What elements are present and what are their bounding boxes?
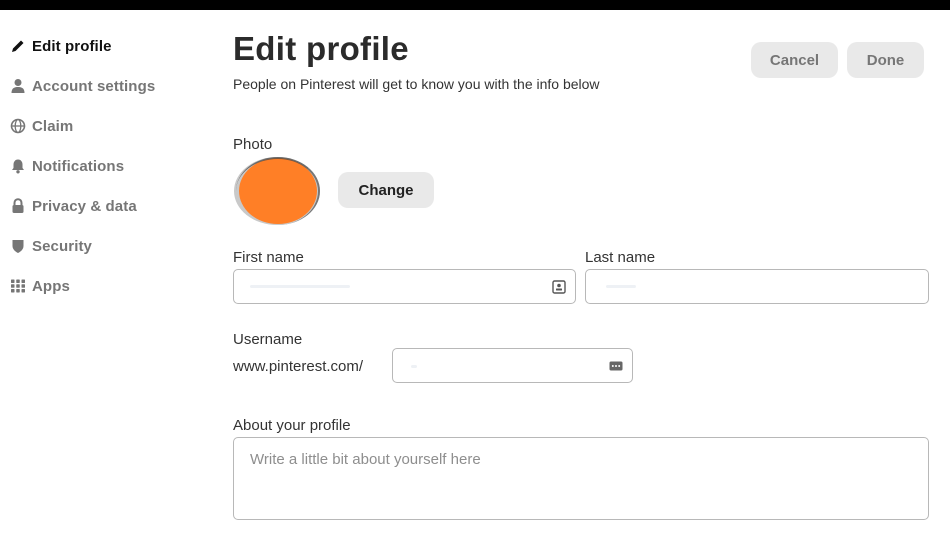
- avatar: [234, 157, 320, 225]
- shield-icon: [10, 237, 32, 255]
- username-url-prefix: www.pinterest.com/: [233, 358, 364, 375]
- last-name-label: Last name: [585, 249, 656, 266]
- sidebar-item-notifications[interactable]: Notifications: [10, 152, 124, 180]
- avatar-edge: [236, 157, 320, 225]
- sidebar-item-label: Account settings: [32, 77, 156, 95]
- sidebar-item-claim[interactable]: Claim: [10, 112, 73, 140]
- about-label: About your profile: [233, 417, 351, 434]
- change-photo-button[interactable]: Change: [338, 172, 434, 208]
- sidebar-item-label: Privacy & data: [32, 197, 137, 215]
- last-name-field[interactable]: [585, 269, 929, 304]
- globe-icon: [10, 117, 32, 135]
- sidebar-item-account-settings[interactable]: Account settings: [10, 72, 155, 100]
- password-manager-icon[interactable]: [609, 359, 623, 373]
- username-field[interactable]: [392, 348, 633, 383]
- cancel-button[interactable]: Cancel: [751, 42, 838, 78]
- first-name-label: First name: [233, 249, 304, 266]
- sidebar-item-privacy[interactable]: Privacy & data: [10, 192, 137, 220]
- sidebar-item-apps[interactable]: Apps: [10, 272, 70, 300]
- pencil-icon: [10, 37, 32, 55]
- top-bar: [0, 0, 950, 10]
- sidebar-item-edit-profile[interactable]: Edit profile: [10, 32, 112, 60]
- last-name-value: [606, 285, 636, 288]
- sidebar-item-label: Notifications: [32, 157, 125, 175]
- lock-icon: [10, 197, 32, 215]
- first-name-value: [250, 285, 350, 288]
- sidebar-item-label: Apps: [32, 277, 70, 295]
- sidebar-item-label: Claim: [32, 117, 74, 135]
- contact-card-icon[interactable]: [552, 280, 566, 294]
- photo-label: Photo: [233, 136, 273, 153]
- page-title: Edit profile: [233, 30, 409, 67]
- sidebar-item-label: Security: [32, 237, 92, 255]
- grid-icon: [10, 277, 32, 295]
- about-textarea[interactable]: [233, 437, 929, 520]
- bell-icon: [10, 157, 32, 175]
- about-placeholder: Write a little bit about yourself here: [250, 451, 481, 468]
- username-label: Username: [233, 331, 303, 348]
- sidebar-item-label: Edit profile: [32, 37, 112, 55]
- first-name-field[interactable]: [233, 269, 576, 304]
- person-icon: [10, 77, 32, 95]
- sidebar-item-security[interactable]: Security: [10, 232, 92, 260]
- username-value: [411, 365, 417, 368]
- done-button[interactable]: Done: [847, 42, 924, 78]
- page-subtitle: People on Pinterest will get to know you…: [233, 76, 600, 92]
